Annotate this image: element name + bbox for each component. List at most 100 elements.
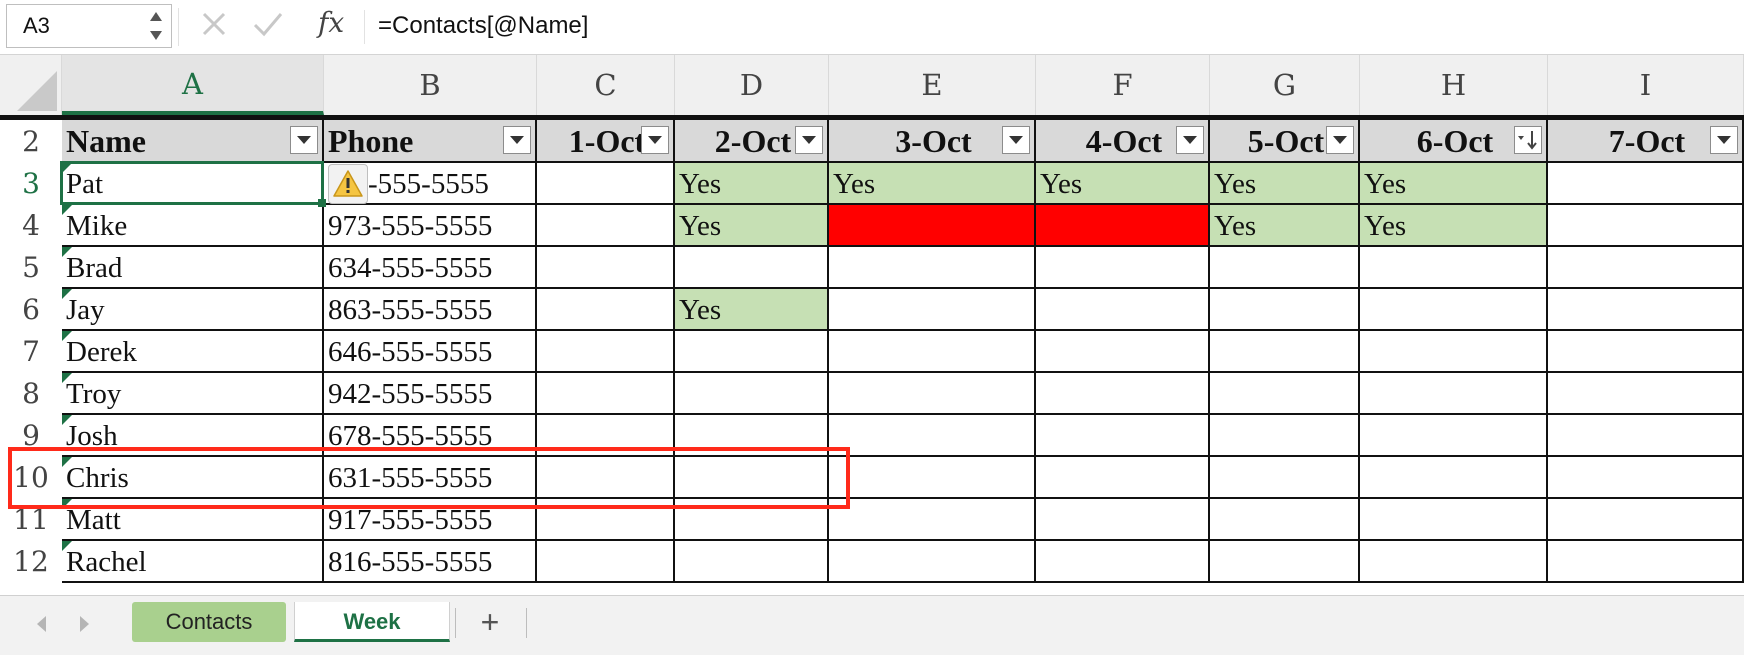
day-cell[interactable] xyxy=(537,289,675,331)
day-cell[interactable] xyxy=(1548,541,1744,583)
phone-cell[interactable]: 678-555-5555 xyxy=(324,415,537,457)
day-cell[interactable] xyxy=(1036,247,1210,289)
name-cell[interactable]: Josh xyxy=(62,415,324,457)
table-header-cell[interactable]: 3-Oct xyxy=(829,120,1036,163)
day-cell[interactable] xyxy=(537,247,675,289)
day-cell[interactable] xyxy=(675,457,829,499)
phone-cell[interactable]: 631-555-5555 xyxy=(324,457,537,499)
filter-dropdown-icon[interactable] xyxy=(641,126,669,154)
name-box-stepper-icon[interactable] xyxy=(149,9,163,43)
table-header-cell[interactable]: Phone xyxy=(324,120,537,163)
day-cell[interactable] xyxy=(537,499,675,541)
next-sheet-icon[interactable] xyxy=(78,614,92,639)
day-cell[interactable]: Yes xyxy=(675,163,829,205)
filter-dropdown-icon[interactable] xyxy=(503,126,531,154)
fill-handle[interactable] xyxy=(318,199,326,207)
day-cell[interactable] xyxy=(1036,415,1210,457)
day-cell[interactable] xyxy=(1360,289,1548,331)
filter-dropdown-icon[interactable] xyxy=(795,126,823,154)
row-header-8[interactable]: 8 xyxy=(0,373,62,415)
column-header-i[interactable]: I xyxy=(1548,55,1744,115)
table-header-cell[interactable]: 5-Oct xyxy=(1210,120,1360,163)
column-header-a[interactable]: A xyxy=(62,55,324,115)
day-cell[interactable] xyxy=(1360,373,1548,415)
name-cell[interactable]: Jay xyxy=(62,289,324,331)
day-cell[interactable] xyxy=(1210,457,1360,499)
day-cell[interactable] xyxy=(537,163,675,205)
day-cell[interactable] xyxy=(1036,205,1210,247)
tab-contacts[interactable]: Contacts xyxy=(132,602,286,642)
day-cell[interactable] xyxy=(1548,499,1744,541)
day-cell[interactable] xyxy=(1036,541,1210,583)
day-cell[interactable] xyxy=(1548,247,1744,289)
day-cell[interactable] xyxy=(829,247,1036,289)
day-cell[interactable] xyxy=(537,373,675,415)
day-cell[interactable] xyxy=(1548,457,1744,499)
day-cell[interactable]: Yes xyxy=(1360,163,1548,205)
day-cell[interactable] xyxy=(1210,499,1360,541)
day-cell[interactable] xyxy=(675,373,829,415)
row-header-12[interactable]: 12 xyxy=(0,541,62,583)
day-cell[interactable] xyxy=(1210,373,1360,415)
filter-dropdown-icon[interactable] xyxy=(1326,126,1354,154)
day-cell[interactable] xyxy=(1548,205,1744,247)
name-cell[interactable]: Chris xyxy=(62,457,324,499)
table-header-cell[interactable]: 2-Oct xyxy=(675,120,829,163)
day-cell[interactable] xyxy=(537,205,675,247)
day-cell[interactable] xyxy=(829,499,1036,541)
day-cell[interactable] xyxy=(675,499,829,541)
day-cell[interactable] xyxy=(1210,541,1360,583)
name-box[interactable]: A3 xyxy=(6,4,172,48)
day-cell[interactable] xyxy=(1360,331,1548,373)
phone-cell[interactable]: 646-555-5555 xyxy=(324,331,537,373)
day-cell[interactable] xyxy=(1548,415,1744,457)
phone-cell[interactable]: 942-555-5555 xyxy=(324,373,537,415)
check-icon[interactable] xyxy=(252,10,284,43)
table-header-cell[interactable]: 7-Oct xyxy=(1548,120,1744,163)
day-cell[interactable] xyxy=(829,373,1036,415)
row-header-2[interactable]: 2 xyxy=(0,120,62,163)
row-header-7[interactable]: 7 xyxy=(0,331,62,373)
day-cell[interactable] xyxy=(829,205,1036,247)
name-cell[interactable]: Troy xyxy=(62,373,324,415)
day-cell[interactable]: Yes xyxy=(1210,205,1360,247)
formula-input[interactable]: =Contacts[@Name] xyxy=(378,12,588,40)
column-header-h[interactable]: H xyxy=(1360,55,1548,115)
previous-sheet-icon[interactable] xyxy=(34,614,48,639)
name-cell[interactable]: Brad xyxy=(62,247,324,289)
filter-dropdown-icon[interactable] xyxy=(1176,126,1204,154)
select-all-corner[interactable] xyxy=(0,55,62,115)
day-cell[interactable] xyxy=(829,415,1036,457)
day-cell[interactable]: Yes xyxy=(1210,163,1360,205)
day-cell[interactable] xyxy=(1360,499,1548,541)
day-cell[interactable] xyxy=(829,289,1036,331)
day-cell[interactable]: Yes xyxy=(1036,163,1210,205)
day-cell[interactable] xyxy=(675,415,829,457)
filter-dropdown-icon[interactable] xyxy=(1710,126,1738,154)
day-cell[interactable] xyxy=(1036,289,1210,331)
add-sheet-button[interactable]: + xyxy=(474,604,506,641)
phone-cell[interactable]: 863-555-5555 xyxy=(324,289,537,331)
worksheet-grid[interactable]: ABCDEFGHI 2 3 4 5 6 7 8 9 10 11 12 Name Phone 1-Oct 2… xyxy=(0,55,1744,595)
day-cell[interactable] xyxy=(1036,373,1210,415)
day-cell[interactable] xyxy=(1036,457,1210,499)
name-cell[interactable]: Derek xyxy=(62,331,324,373)
day-cell[interactable]: Yes xyxy=(829,163,1036,205)
row-header-4[interactable]: 4 xyxy=(0,205,62,247)
table-header-cell[interactable]: 6-Oct xyxy=(1360,120,1548,163)
fx-icon[interactable]: fx xyxy=(318,6,344,39)
day-cell[interactable] xyxy=(1210,415,1360,457)
filter-dropdown-icon[interactable] xyxy=(1002,126,1030,154)
tab-week[interactable]: Week xyxy=(294,602,450,642)
day-cell[interactable] xyxy=(1210,289,1360,331)
column-header-d[interactable]: D xyxy=(675,55,829,115)
day-cell[interactable] xyxy=(537,541,675,583)
close-icon[interactable] xyxy=(200,10,228,43)
day-cell[interactable] xyxy=(537,415,675,457)
column-header-e[interactable]: E xyxy=(829,55,1036,115)
phone-cell[interactable]: 973-555-5555 xyxy=(324,205,537,247)
name-cell[interactable]: Rachel xyxy=(62,541,324,583)
row-header-10[interactable]: 10 xyxy=(0,457,62,499)
row-header-9[interactable]: 9 xyxy=(0,415,62,457)
day-cell[interactable] xyxy=(829,541,1036,583)
